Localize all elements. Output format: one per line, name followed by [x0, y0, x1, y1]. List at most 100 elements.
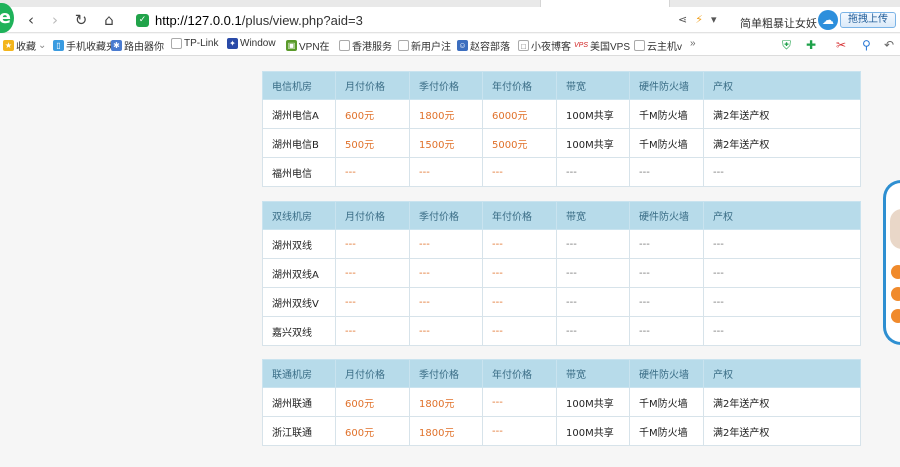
column-header: 硬件防火墙 — [629, 71, 704, 100]
search-icon[interactable]: ⚲ — [862, 38, 871, 52]
shield-icon[interactable]: ⛨ — [782, 38, 791, 52]
table-cell: 600元 — [335, 416, 410, 446]
table-cell: 600元 — [335, 387, 410, 417]
table-cell: --- — [703, 316, 861, 346]
table-cell: --- — [482, 316, 557, 346]
address-bar[interactable]: ✓ http://127.0.0.1/plus/view.php?aid=3 — [132, 10, 672, 30]
undo-icon[interactable]: ↶ — [884, 38, 894, 52]
table-row: 浙江联通 600元 1800元 --- 100M共享 千M防火墙 满2年送产权 — [262, 416, 861, 446]
dot-icon[interactable] — [891, 309, 900, 323]
forward-icon[interactable]: › — [46, 11, 64, 29]
bookmark-blog[interactable]: □ 小夜博客 — [518, 38, 571, 53]
column-header: 年付价格 — [482, 71, 557, 100]
bookmark-us-vps[interactable]: VPS 美国VPS — [574, 38, 630, 53]
dual-line-price-table: 双线机房 月付价格 季付价格 年付价格 带宽 硬件防火墙 产权 湖州双线 ---… — [262, 201, 861, 346]
window-icon: ✦ — [227, 38, 238, 49]
table-header-row: 电信机房 月付价格 季付价格 年付价格 带宽 硬件防火墙 产权 — [262, 71, 861, 100]
home-icon[interactable]: ⌂ — [100, 11, 118, 29]
table-header-row: 双线机房 月付价格 季付价格 年付价格 带宽 硬件防火墙 产权 — [262, 201, 861, 230]
column-header: 季付价格 — [409, 71, 483, 100]
table-cell: 100M共享 — [556, 128, 630, 158]
table-cell: 5000元 — [482, 128, 557, 158]
avatar — [890, 209, 900, 249]
table-cell: --- — [482, 387, 557, 417]
browser-logo-icon: e — [0, 3, 14, 33]
table-row: 湖州双线A --- --- --- --- --- --- — [262, 258, 861, 288]
table-cell: --- — [335, 157, 410, 187]
table-cell: --- — [629, 287, 704, 317]
bookmark-favorites[interactable]: ★ 收藏 ⌄ — [3, 38, 46, 53]
table-cell: --- — [482, 287, 557, 317]
table-cell: --- — [703, 287, 861, 317]
column-header: 带宽 — [556, 201, 630, 230]
column-header: 硬件防火墙 — [629, 359, 704, 388]
table-cell: --- — [335, 258, 410, 288]
column-header: 年付价格 — [482, 359, 557, 388]
table-cell: 湖州双线A — [262, 258, 336, 288]
table-cell: 满2年送产权 — [703, 416, 861, 446]
table-cell: 福州电信 — [262, 157, 336, 187]
table-cell: 满2年送产权 — [703, 387, 861, 417]
page-icon — [398, 40, 409, 51]
bookmark-window[interactable]: ✦ Window — [227, 38, 276, 49]
page-icon — [339, 40, 350, 51]
table-cell: 500元 — [335, 128, 410, 158]
active-tab[interactable] — [540, 0, 670, 7]
vps-icon: VPS — [574, 42, 589, 49]
column-header: 年付价格 — [482, 201, 557, 230]
table-row: 湖州双线 --- --- --- --- --- --- — [262, 229, 861, 259]
share-icon[interactable]: ⋖ — [678, 13, 687, 26]
table-header-row: 联通机房 月付价格 季付价格 年付价格 带宽 硬件防火墙 产权 — [262, 359, 861, 388]
bookmark-mobile[interactable]: ▯ 手机收藏夹 — [53, 38, 116, 53]
table-cell: --- — [556, 316, 630, 346]
screenshot-icon[interactable]: ✂ — [836, 38, 846, 52]
table-cell: 千M防火墙 — [629, 387, 704, 417]
table-cell: 湖州双线 — [262, 229, 336, 259]
dot-icon[interactable] — [891, 265, 900, 279]
table-cell: 100M共享 — [556, 387, 630, 417]
bookmark-cloud-host[interactable]: 云主机v — [634, 38, 682, 53]
bookmark-router[interactable]: ✱ 路由器你 — [111, 38, 164, 53]
column-header: 硬件防火墙 — [629, 201, 704, 230]
table-cell: --- — [409, 157, 483, 187]
table-cell: 1500元 — [409, 128, 483, 158]
table-cell: --- — [629, 258, 704, 288]
reload-icon[interactable]: ↻ — [72, 11, 90, 29]
table-cell: 嘉兴双线 — [262, 316, 336, 346]
page-icon — [634, 40, 645, 51]
bookmarks-bar: ★ 收藏 ⌄ ▯ 手机收藏夹 ✱ 路由器你 TP-Link ✦ Window ▣ VPN在 … — [0, 34, 900, 56]
table-cell: --- — [335, 316, 410, 346]
table-cell: 湖州电信A — [262, 99, 336, 129]
table-row: 湖州电信B 500元 1500元 5000元 100M共享 千M防火墙 满2年送… — [262, 128, 861, 158]
bookmarks-more-button[interactable]: » — [690, 38, 696, 49]
news-ticker[interactable]: 简单粗暴让女妖 — [740, 15, 820, 31]
table-cell: 湖州双线V — [262, 287, 336, 317]
bookmark-tribe[interactable]: ☺ 赵容部落 — [457, 38, 510, 53]
lightning-icon[interactable]: ⚡ — [695, 13, 703, 26]
bookmark-hk-service[interactable]: 香港服务 — [339, 38, 392, 53]
table-cell: --- — [335, 229, 410, 259]
table-cell: 湖州电信B — [262, 128, 336, 158]
star-icon: ★ — [3, 40, 14, 51]
dot-icon[interactable] — [891, 287, 900, 301]
table-cell: 1800元 — [409, 99, 483, 129]
bookmark-new-user[interactable]: 新用户注 — [398, 38, 451, 53]
table-cell: 600元 — [335, 99, 410, 129]
floating-side-widget[interactable] — [883, 180, 900, 345]
upload-widget[interactable]: ☁ 拖拽上传 — [818, 10, 900, 30]
bookmark-tplink[interactable]: TP-Link — [171, 38, 218, 49]
table-cell: 千M防火墙 — [629, 416, 704, 446]
extension-icon[interactable]: ✚ — [806, 38, 816, 52]
table-cell: 千M防火墙 — [629, 128, 704, 158]
table-cell: 1800元 — [409, 387, 483, 417]
cloud-icon: ☁ — [818, 10, 838, 30]
table-cell: --- — [409, 287, 483, 317]
dropdown-icon[interactable]: ▾ — [711, 13, 717, 26]
back-icon[interactable]: ‹ — [22, 11, 40, 29]
drag-upload-button[interactable]: 拖拽上传 — [840, 12, 896, 28]
table-cell: 6000元 — [482, 99, 557, 129]
bookmark-vpn[interactable]: ▣ VPN在 — [286, 38, 330, 53]
table-cell: 1800元 — [409, 416, 483, 446]
column-header: 带宽 — [556, 359, 630, 388]
table-cell: --- — [335, 287, 410, 317]
